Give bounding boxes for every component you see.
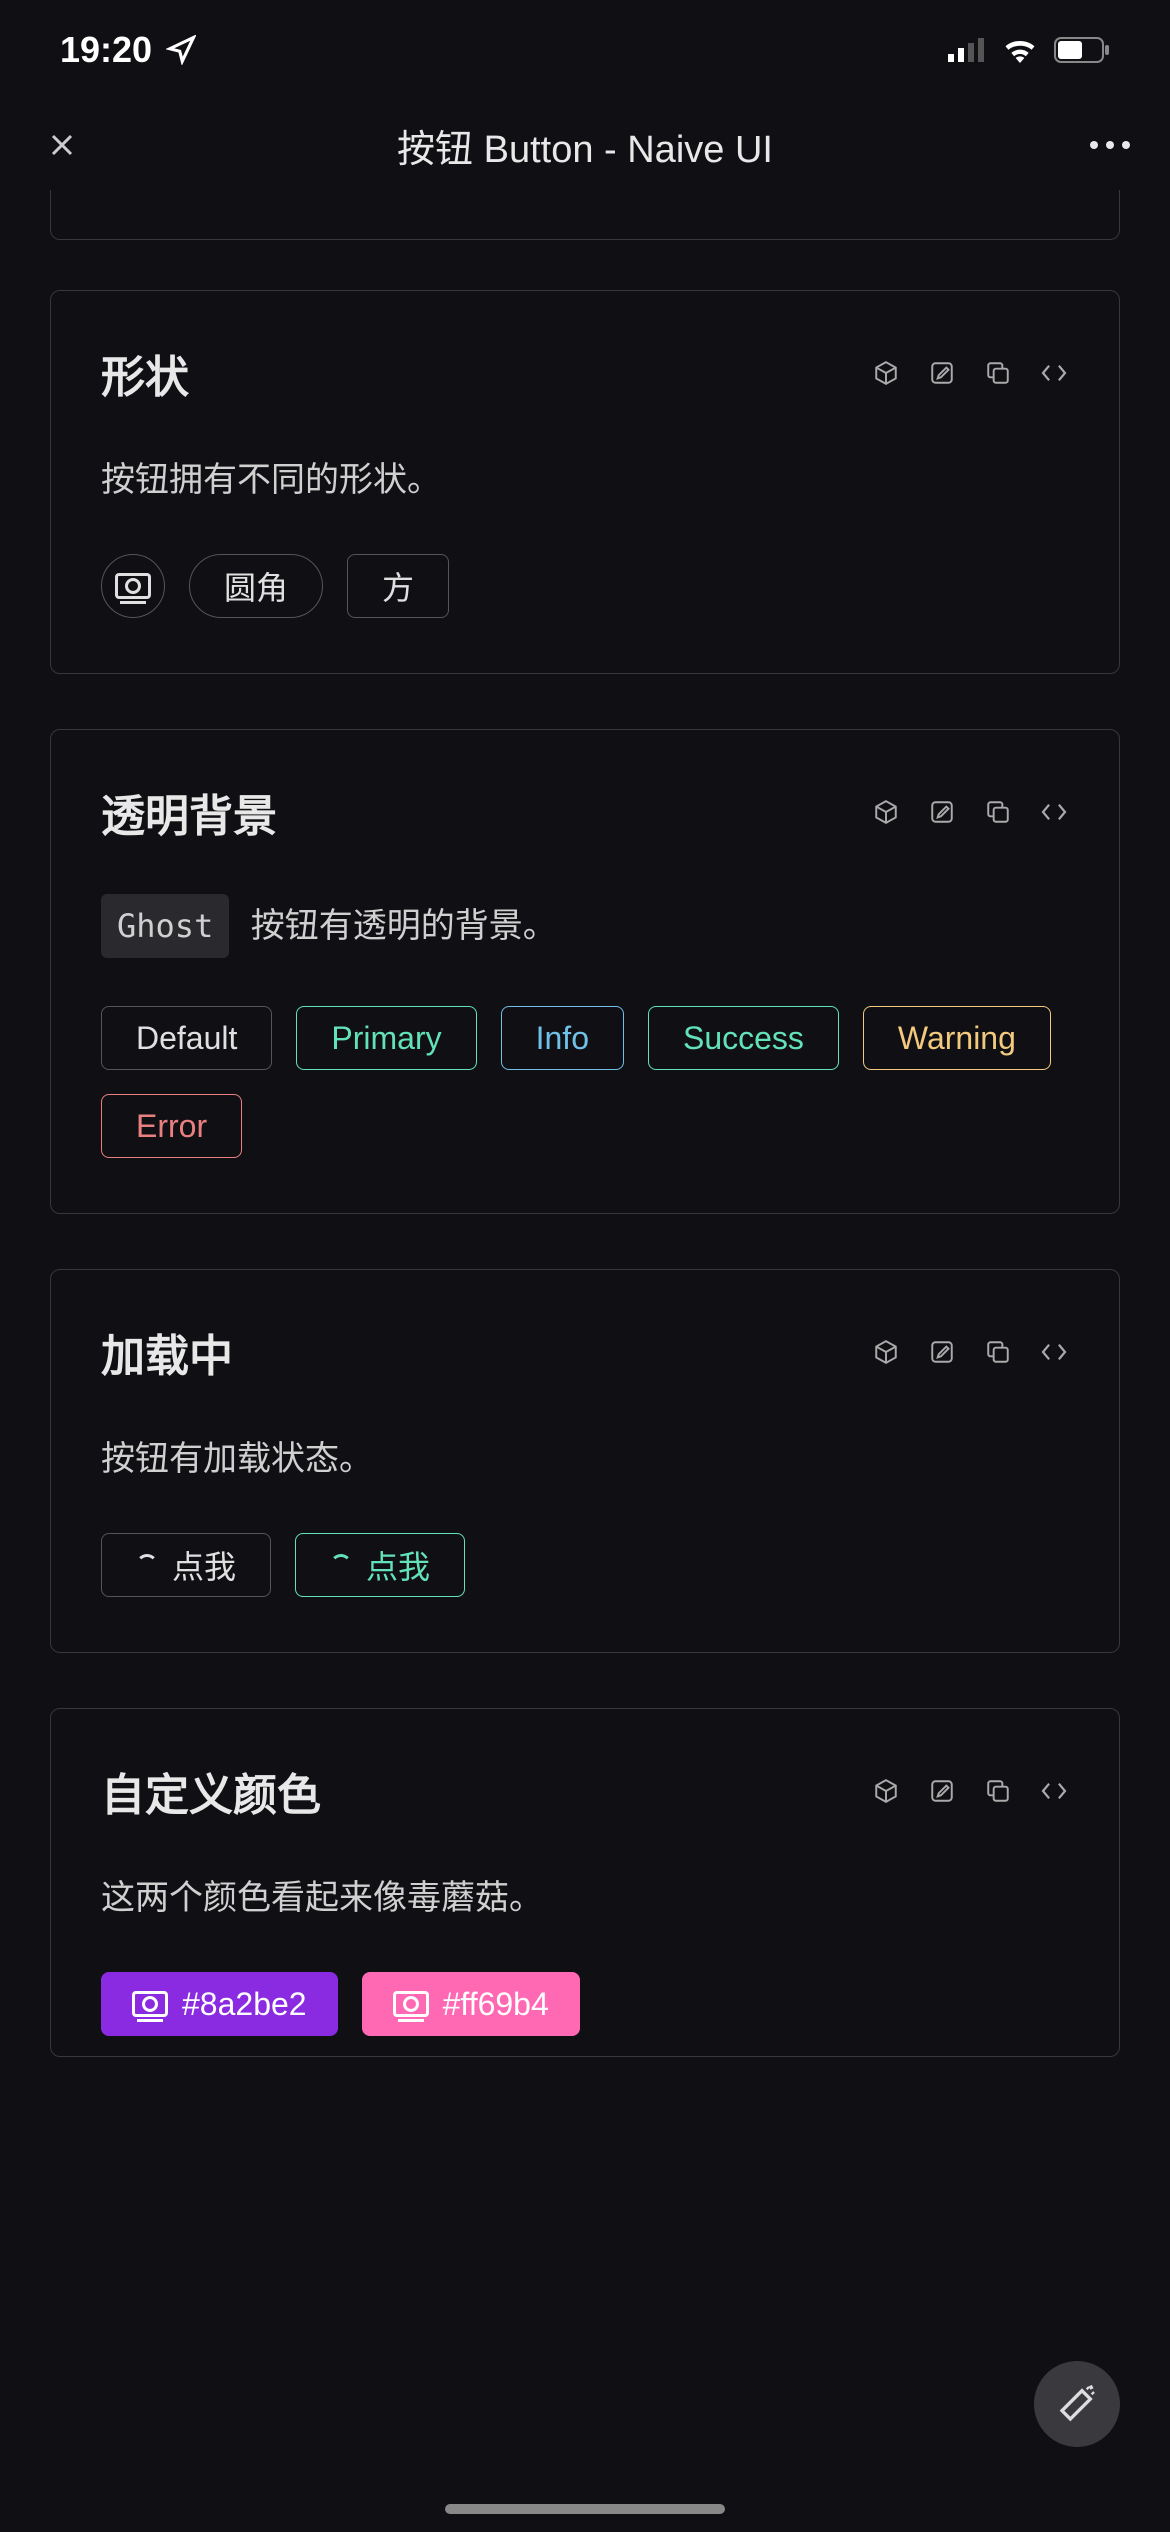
card-title: 加载中 <box>101 1320 233 1384</box>
loading-button-default[interactable]: 点我 <box>101 1533 271 1597</box>
copy-icon[interactable] <box>983 358 1013 388</box>
card-title: 透明背景 <box>101 780 277 844</box>
button-row: Default Primary Info Success Warning Err… <box>101 1006 1069 1158</box>
status-bar: 19:20 <box>0 0 1170 100</box>
copy-icon[interactable] <box>983 1776 1013 1806</box>
card-actions <box>871 358 1069 388</box>
close-button[interactable] <box>40 123 84 167</box>
edit-icon[interactable] <box>927 1337 957 1367</box>
custom-color-button-pink[interactable]: #ff69b4 <box>362 1972 580 2036</box>
card-description: 这两个颜色看起来像毒蘑菇。 <box>101 1873 1069 1924</box>
card-custom-color: 自定义颜色 这两个颜色看起来像毒蘑菇。 #8a2be2 #ff69b4 <box>50 1708 1120 2057</box>
battery-icon <box>1054 37 1110 63</box>
header: 按钮 Button - Naive UI <box>0 100 1170 190</box>
card-header: 加载中 <box>101 1320 1069 1384</box>
button-label: 点我 <box>366 1542 430 1588</box>
money-icon <box>132 1991 168 2017</box>
edit-icon[interactable] <box>927 797 957 827</box>
page-title: 按钮 Button - Naive UI <box>397 118 773 173</box>
success-button[interactable]: Success <box>648 1006 839 1070</box>
card-header: 形状 <box>101 341 1069 405</box>
card-description: 按钮拥有不同的形状。 <box>101 455 1069 506</box>
info-button[interactable]: Info <box>501 1006 624 1070</box>
theme-fab[interactable] <box>1034 2361 1120 2447</box>
home-indicator[interactable] <box>445 2504 725 2514</box>
card-actions <box>871 1776 1069 1806</box>
box-icon[interactable] <box>871 358 901 388</box>
box-icon[interactable] <box>871 1776 901 1806</box>
card-header: 自定义颜色 <box>101 1759 1069 1823</box>
code-icon[interactable] <box>1039 1776 1069 1806</box>
default-button[interactable]: Default <box>101 1006 272 1070</box>
round-button[interactable]: 圆角 <box>189 554 323 618</box>
card-title: 形状 <box>101 341 189 405</box>
card-actions <box>871 1337 1069 1367</box>
dot-icon <box>1106 141 1114 149</box>
card-partial <box>50 190 1120 240</box>
loading-button-primary[interactable]: 点我 <box>295 1533 465 1597</box>
location-icon <box>166 35 196 65</box>
money-icon <box>393 1991 429 2017</box>
edit-icon[interactable] <box>927 1776 957 1806</box>
card-header: 透明背景 <box>101 780 1069 844</box>
close-icon <box>44 127 80 163</box>
card-description: 按钮有加载状态。 <box>101 1434 1069 1485</box>
button-label: #8a2be2 <box>182 1986 307 2023</box>
more-button[interactable] <box>1090 141 1130 149</box>
button-label: 点我 <box>172 1542 236 1588</box>
card-description: Ghost 按钮有透明的背景。 <box>101 894 1069 958</box>
code-chip: Ghost <box>101 894 229 958</box>
card-actions <box>871 797 1069 827</box>
button-row: 点我 点我 <box>101 1533 1069 1597</box>
box-icon[interactable] <box>871 1337 901 1367</box>
status-left: 19:20 <box>60 29 196 71</box>
edit-icon[interactable] <box>927 358 957 388</box>
dot-icon <box>1090 141 1098 149</box>
square-button[interactable]: 方 <box>347 554 449 618</box>
code-icon[interactable] <box>1039 797 1069 827</box>
card-shape: 形状 按钮拥有不同的形状。 圆角 方 <box>50 290 1120 674</box>
wand-icon <box>1057 2384 1097 2424</box>
code-icon[interactable] <box>1039 1337 1069 1367</box>
copy-icon[interactable] <box>983 1337 1013 1367</box>
custom-color-button-purple[interactable]: #8a2be2 <box>101 1972 338 2036</box>
wifi-icon <box>1002 37 1038 63</box>
card-loading: 加载中 按钮有加载状态。 点我 点我 <box>50 1269 1120 1653</box>
card-ghost: 透明背景 Ghost 按钮有透明的背景。 Default Primary Inf… <box>50 729 1120 1214</box>
status-right <box>948 37 1110 63</box>
cellular-icon <box>948 38 986 62</box>
warning-button[interactable]: Warning <box>863 1006 1051 1070</box>
code-icon[interactable] <box>1039 358 1069 388</box>
button-row: #8a2be2 #ff69b4 <box>101 1972 1069 2036</box>
dot-icon <box>1122 141 1130 149</box>
button-row: 圆角 方 <box>101 554 1069 618</box>
money-icon <box>115 573 151 599</box>
error-button[interactable]: Error <box>101 1094 242 1158</box>
button-label: #ff69b4 <box>443 1986 549 2023</box>
spinner-icon <box>330 1554 352 1576</box>
desc-text: 按钮有透明的背景。 <box>251 907 557 945</box>
circle-button[interactable] <box>101 554 165 618</box>
copy-icon[interactable] <box>983 797 1013 827</box>
box-icon[interactable] <box>871 797 901 827</box>
status-time: 19:20 <box>60 29 152 71</box>
content: 形状 按钮拥有不同的形状。 圆角 方 透明背景 G <box>0 190 1170 2057</box>
primary-button[interactable]: Primary <box>296 1006 476 1070</box>
card-title: 自定义颜色 <box>101 1759 321 1823</box>
spinner-icon <box>136 1554 158 1576</box>
